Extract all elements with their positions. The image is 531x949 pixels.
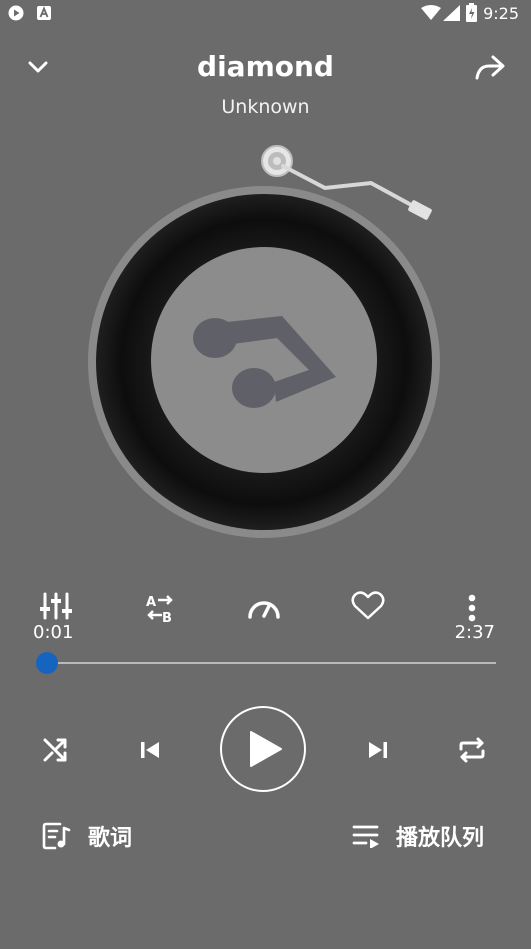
- play-queue-button[interactable]: 播放队列: [348, 818, 496, 854]
- music-note-icon: [193, 316, 336, 408]
- shuffle-icon: [43, 738, 67, 762]
- signal-icon: [443, 5, 460, 21]
- font-icon: [37, 6, 51, 20]
- more-icon: [468, 594, 476, 622]
- share-icon: [475, 55, 505, 80]
- repeat-button[interactable]: [450, 728, 494, 772]
- ab-repeat-icon: A B: [146, 595, 173, 623]
- progress-track[interactable]: [44, 662, 496, 664]
- skip-next-icon: [369, 742, 387, 758]
- play-store-icon: [8, 5, 24, 21]
- queue-label: 播放队列: [396, 826, 485, 851]
- wifi-icon: [421, 5, 441, 20]
- equalizer-icon: [40, 592, 72, 620]
- next-button[interactable]: [356, 728, 400, 772]
- favorite-button[interactable]: [346, 584, 390, 628]
- skip-previous-icon: [141, 742, 159, 758]
- svg-text:B: B: [162, 611, 172, 623]
- lyrics-icon: [42, 822, 71, 850]
- speed-icon: [248, 601, 280, 619]
- song-title: diamond: [197, 50, 334, 83]
- queue-icon: [352, 825, 379, 848]
- lyrics-label: 歌词: [88, 826, 133, 851]
- svg-text:A: A: [146, 595, 156, 610]
- artist-name: Unknown: [221, 96, 310, 118]
- play-button[interactable]: [220, 706, 306, 792]
- status-bar: 9:25: [0, 0, 531, 28]
- play-icon: [250, 731, 282, 767]
- current-time: 0:01: [33, 622, 74, 643]
- total-duration: 2:37: [454, 622, 495, 643]
- heart-icon: [351, 591, 385, 620]
- speed-button[interactable]: [242, 586, 286, 630]
- tonearm: [261, 145, 432, 220]
- battery-icon: [466, 3, 477, 22]
- progress-thumb[interactable]: [35, 652, 58, 674]
- share-button[interactable]: [472, 49, 508, 85]
- ab-repeat-button[interactable]: A B: [138, 586, 182, 630]
- status-time: 9:25: [483, 4, 519, 23]
- shuffle-button[interactable]: [34, 728, 78, 772]
- lyrics-button[interactable]: 歌词: [38, 818, 148, 854]
- repeat-icon: [459, 737, 485, 763]
- previous-button[interactable]: [128, 728, 172, 772]
